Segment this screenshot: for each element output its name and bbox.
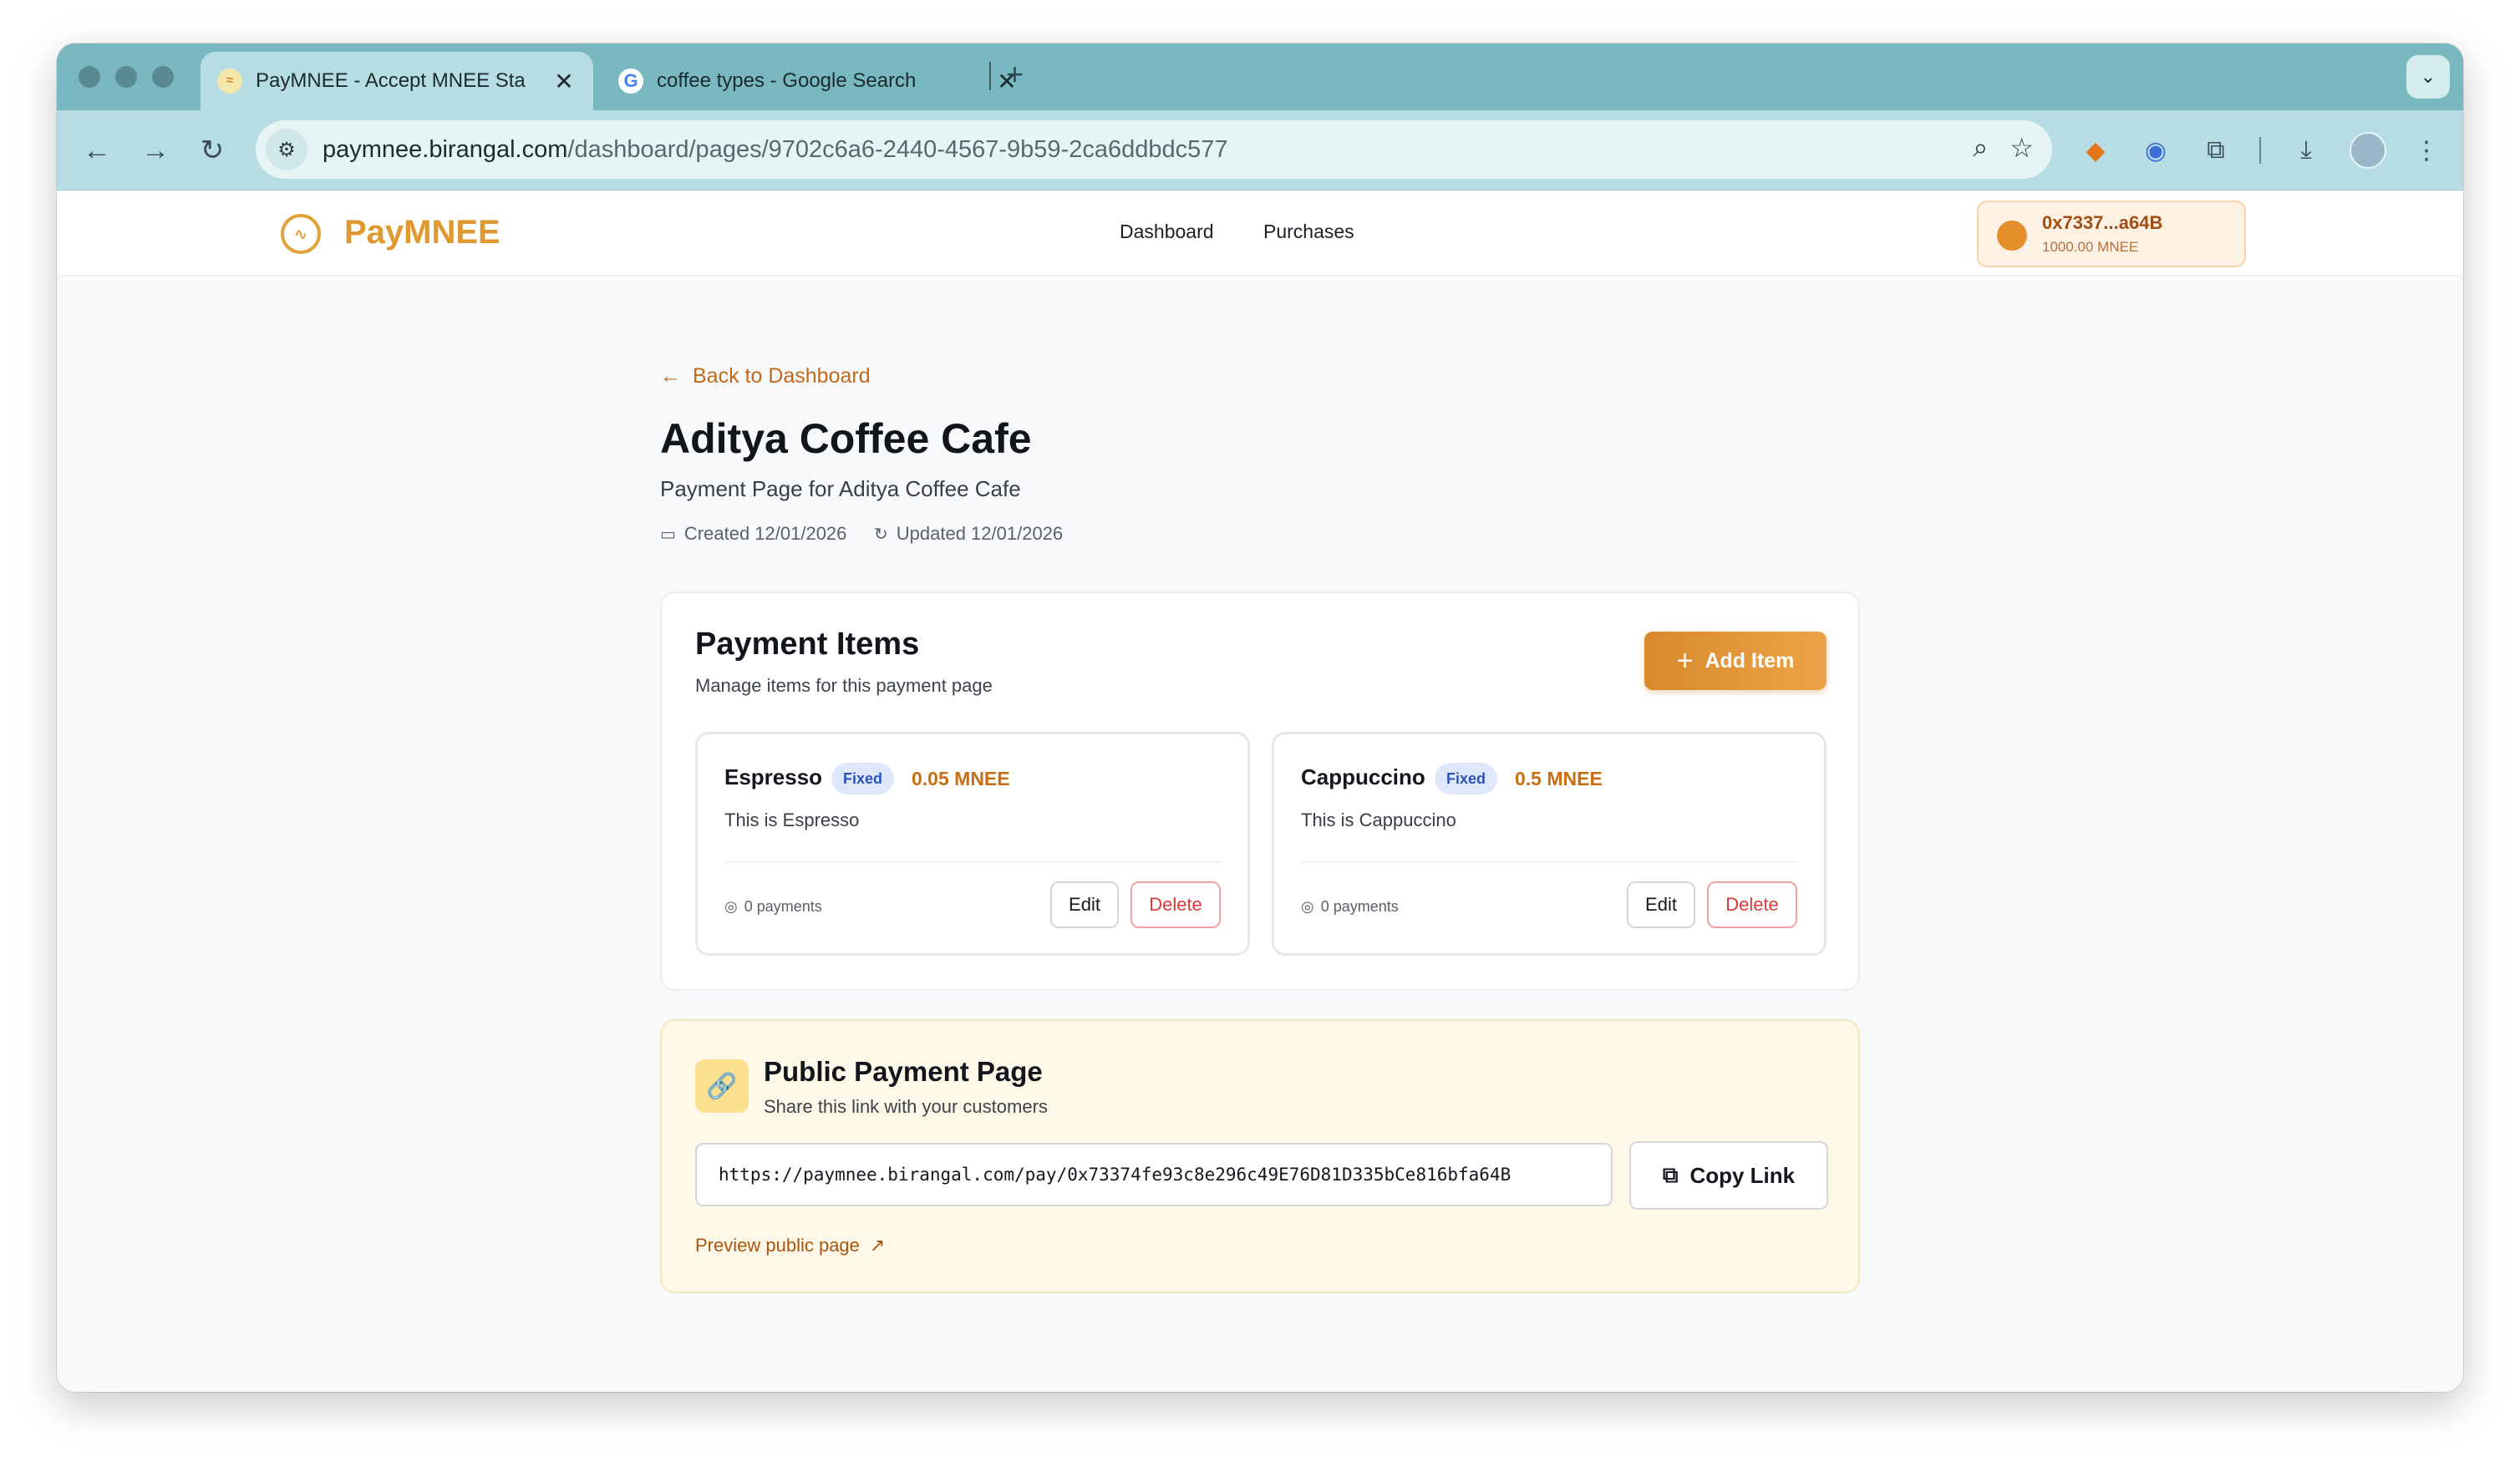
- profile-avatar[interactable]: [2350, 132, 2386, 169]
- item-card-cappuccino: Cappuccino Fixed 0.5 MNEE This is Cappuc…: [1272, 732, 1826, 956]
- close-window-button[interactable]: [79, 66, 100, 88]
- copy-icon: ⧉: [1662, 1162, 1679, 1187]
- extension-circle-icon[interactable]: ◉: [2137, 132, 2174, 169]
- tab-google-search[interactable]: G coffee types - Google Search ✕: [602, 52, 1036, 110]
- toolbar-separator: [2259, 137, 2261, 164]
- item-payments-count: ◎ 0 payments: [1301, 898, 1399, 916]
- google-favicon-icon: G: [618, 69, 643, 94]
- tab-search-chevron-icon[interactable]: ⌄: [2406, 55, 2450, 99]
- add-item-button[interactable]: + Add Item: [1644, 632, 1826, 690]
- arrow-left-icon: ←: [660, 364, 681, 388]
- back-to-dashboard-link[interactable]: ← Back to Dashboard: [660, 364, 871, 388]
- item-name: Cappuccino: [1301, 764, 1425, 789]
- tab-title: coffee types - Google Search: [657, 69, 917, 92]
- page-content: ∿ PayMNEE Dashboard Purchases 0x7337...a…: [57, 190, 2463, 1392]
- tab-paymnee[interactable]: ≈ PayMNEE - Accept MNEE Sta ✕: [201, 52, 593, 110]
- maximize-window-button[interactable]: [152, 66, 174, 88]
- site-settings-icon[interactable]: ⚙: [266, 129, 307, 170]
- forward-arrow-icon[interactable]: →: [137, 132, 174, 169]
- payments-label: 0 payments: [1320, 898, 1399, 915]
- tab-strip: ≈ PayMNEE - Accept MNEE Sta ✕ G coffee t…: [57, 43, 2463, 110]
- payment-items-card: Payment Items Manage items for this paym…: [660, 591, 1860, 991]
- back-arrow-icon[interactable]: ←: [79, 132, 115, 169]
- url-text[interactable]: paymnee.birangal.com/dashboard/pages/970…: [323, 136, 1228, 164]
- created-date: ▭ Created 12/01/2026: [660, 523, 846, 545]
- browser-toolbar: ← → ↻ ⚙ paymnee.birangal.com/dashboard/p…: [57, 110, 2463, 190]
- delete-item-button[interactable]: Delete: [1130, 881, 1221, 928]
- public-url-field[interactable]: https://paymnee.birangal.com/pay/0x73374…: [695, 1143, 1613, 1206]
- more-menu-icon[interactable]: ⋮: [2408, 132, 2445, 169]
- edit-item-button[interactable]: Edit: [1050, 881, 1119, 928]
- address-bar[interactable]: ⚙ paymnee.birangal.com/dashboard/pages/9…: [256, 120, 2052, 179]
- wallet-address: 0x7337...a64B: [2042, 212, 2163, 233]
- coin-icon: ◎: [724, 898, 738, 915]
- brand-name[interactable]: PayMNEE: [344, 214, 500, 251]
- reload-icon[interactable]: ↻: [194, 132, 231, 169]
- link-icon: 🔗: [695, 1059, 749, 1113]
- external-link-icon: ↗: [869, 1235, 886, 1256]
- page-title: Aditya Coffee Cafe: [660, 415, 1032, 462]
- zoom-icon[interactable]: ⌕: [1973, 132, 1988, 164]
- download-icon[interactable]: ⤓: [2288, 132, 2324, 169]
- item-price: 0.05 MNEE: [912, 768, 1010, 789]
- page-description: Payment Page for Aditya Coffee Cafe: [660, 476, 1021, 501]
- close-tab-icon[interactable]: ✕: [551, 68, 577, 95]
- item-divider: [1301, 861, 1797, 863]
- item-price: 0.5 MNEE: [1515, 768, 1603, 789]
- add-item-label: Add Item: [1705, 648, 1795, 673]
- paymnee-logo-icon[interactable]: ∿: [281, 214, 321, 254]
- nav-purchases[interactable]: Purchases: [1263, 221, 1354, 243]
- item-description: This is Espresso: [724, 810, 860, 830]
- public-page-title: Public Payment Page: [764, 1056, 1043, 1087]
- minimize-window-button[interactable]: [115, 66, 137, 88]
- wallet-balance: 1000.00 MNEE: [2042, 239, 2139, 255]
- site-header: ∿ PayMNEE Dashboard Purchases 0x7337...a…: [57, 190, 2463, 276]
- item-divider: [724, 861, 1221, 863]
- calendar-icon: ▭: [660, 525, 676, 544]
- new-tab-button[interactable]: +: [1006, 57, 1024, 92]
- metamask-extension-icon[interactable]: ◆: [2077, 132, 2114, 169]
- item-description: This is Cappuccino: [1301, 810, 1456, 830]
- preview-label: Preview public page: [695, 1235, 860, 1256]
- paymnee-favicon-icon: ≈: [217, 69, 242, 94]
- url-path: /dashboard/pages/9702c6a6-2440-4567-9b59…: [567, 135, 1228, 163]
- item-payments-count: ◎ 0 payments: [724, 898, 822, 916]
- public-payment-page-card: 🔗 Public Payment Page Share this link wi…: [660, 1019, 1860, 1293]
- tab-title: PayMNEE - Accept MNEE Sta: [256, 69, 526, 92]
- item-name: Espresso: [724, 764, 823, 789]
- copy-link-button[interactable]: ⧉ Copy Link: [1629, 1141, 1828, 1210]
- plus-icon: +: [1676, 644, 1694, 677]
- item-card-espresso: Espresso Fixed 0.05 MNEE This is Espress…: [695, 732, 1250, 956]
- edit-item-button[interactable]: Edit: [1627, 881, 1695, 928]
- tab-separator: [989, 62, 991, 90]
- payments-label: 0 payments: [744, 898, 822, 915]
- updated-label: Updated 12/01/2026: [896, 523, 1064, 544]
- browser-window: ≈ PayMNEE - Accept MNEE Sta ✕ G coffee t…: [57, 43, 2463, 1392]
- back-link-label: Back to Dashboard: [693, 364, 871, 388]
- refresh-icon: ↻: [874, 525, 888, 544]
- payment-items-subtitle: Manage items for this payment page: [695, 675, 993, 696]
- wallet-coin-icon: [1997, 221, 2027, 251]
- copy-link-label: Copy Link: [1689, 1162, 1796, 1188]
- nav-dashboard[interactable]: Dashboard: [1120, 221, 1214, 243]
- preview-public-page-link[interactable]: Preview public page ↗: [695, 1235, 885, 1256]
- bookmark-star-icon[interactable]: ☆: [2009, 132, 2034, 164]
- wallet-badge[interactable]: 0x7337...a64B 1000.00 MNEE: [1977, 201, 2246, 267]
- extensions-puzzle-icon[interactable]: ⧉: [2197, 132, 2234, 169]
- delete-item-button[interactable]: Delete: [1707, 881, 1797, 928]
- public-page-subtitle: Share this link with your customers: [764, 1096, 1048, 1117]
- item-type-badge: Fixed: [831, 763, 895, 794]
- item-type-badge: Fixed: [1435, 763, 1498, 794]
- url-domain: paymnee.birangal.com: [323, 135, 568, 163]
- payment-items-title: Payment Items: [695, 627, 920, 662]
- updated-date: ↻ Updated 12/01/2026: [874, 523, 1063, 545]
- coin-icon: ◎: [1301, 898, 1314, 915]
- created-label: Created 12/01/2026: [683, 523, 847, 544]
